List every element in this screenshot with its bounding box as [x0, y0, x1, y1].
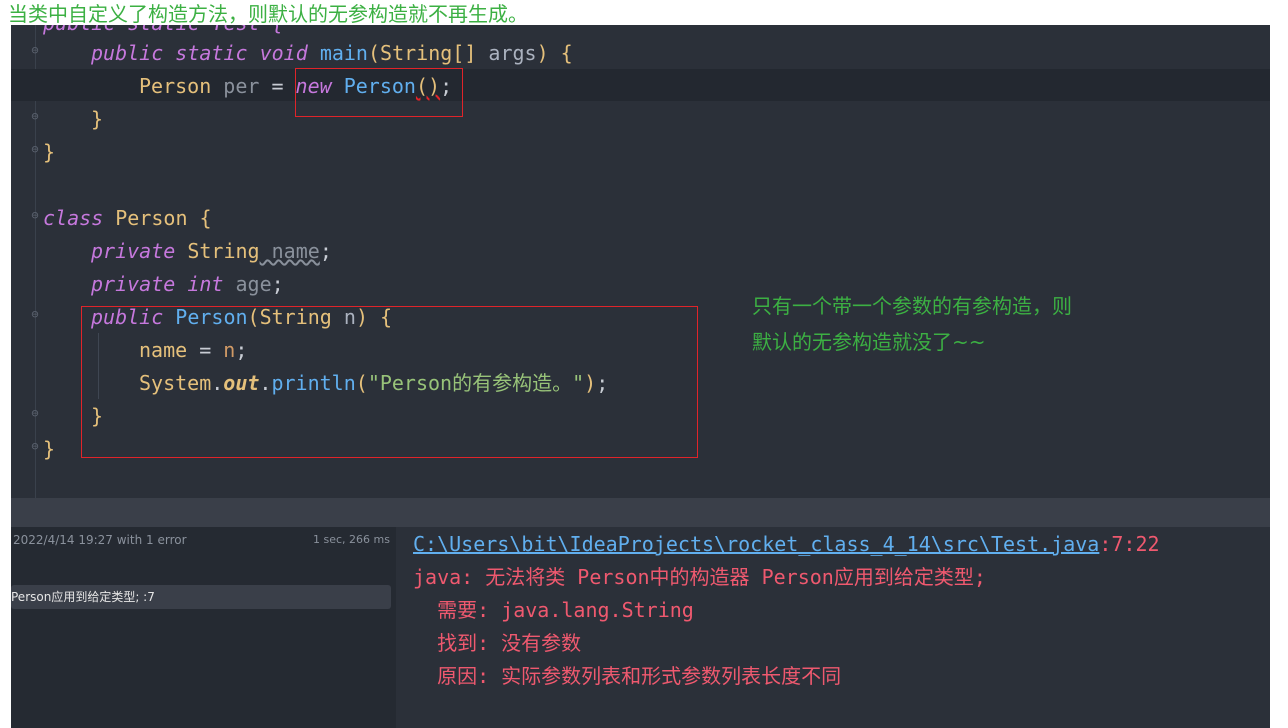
- build-error-item[interactable]: Person应用到给定类型; :7: [11, 585, 391, 609]
- code-line-field-age: private int age;: [91, 272, 284, 296]
- highlight-box-new-person: [295, 68, 463, 117]
- fold-icon[interactable]: ⊖: [29, 406, 41, 420]
- build-panel: 2022/4/14 19:27 with 1 error 1 sec, 266 …: [11, 527, 396, 728]
- output-required-line: 需要: java.lang.String: [413, 598, 694, 622]
- output-found-line: 找到: 没有参数: [413, 631, 582, 655]
- fold-icon[interactable]: ⊖: [29, 208, 41, 222]
- code-line-close-brace: }: [43, 140, 56, 164]
- annotation-side-line2: 默认的无参构造就没了~~: [752, 330, 986, 354]
- build-time: 2022/4/14 19:27 with 1 error: [13, 533, 187, 547]
- code-line-field-name: private String name;: [91, 239, 332, 263]
- annotation-side: 只有一个带一个参数的有参构造，则 默认的无参构造就没了~~: [752, 288, 1072, 360]
- panel-divider[interactable]: [11, 498, 1270, 527]
- highlight-box-constructor: [81, 306, 698, 458]
- fold-icon[interactable]: ⊖: [29, 307, 41, 321]
- fold-icon[interactable]: ⊖: [29, 439, 41, 453]
- fold-icon[interactable]: ⊖: [29, 109, 41, 123]
- fold-icon[interactable]: ⊖: [29, 43, 41, 57]
- code-line-class-decl: class Person {: [43, 206, 212, 230]
- output-reason-line: 原因: 实际参数列表和形式参数列表长度不同: [413, 664, 842, 688]
- output-error-line: java: 无法将类 Person中的构造器 Person应用到给定类型;: [413, 565, 986, 589]
- output-path-line: C:\Users\bit\IdeaProjects\rocket_class_4…: [413, 532, 1160, 556]
- code-line-close-brace: }: [91, 107, 104, 131]
- build-duration: 1 sec, 266 ms: [313, 533, 390, 546]
- file-link[interactable]: C:\Users\bit\IdeaProjects\rocket_class_4…: [413, 532, 1099, 556]
- fold-icon[interactable]: ⊖: [29, 142, 41, 156]
- code-line-close-brace: }: [43, 437, 56, 461]
- annotation-top: 当类中自定义了构造方法，则默认的无参构造就不再生成。: [8, 2, 528, 26]
- build-output: C:\Users\bit\IdeaProjects\rocket_class_4…: [396, 527, 1270, 728]
- code-line-main-signature: public static void main(String[] args) {: [91, 41, 573, 65]
- annotation-side-line1: 只有一个带一个参数的有参构造，则: [752, 294, 1072, 318]
